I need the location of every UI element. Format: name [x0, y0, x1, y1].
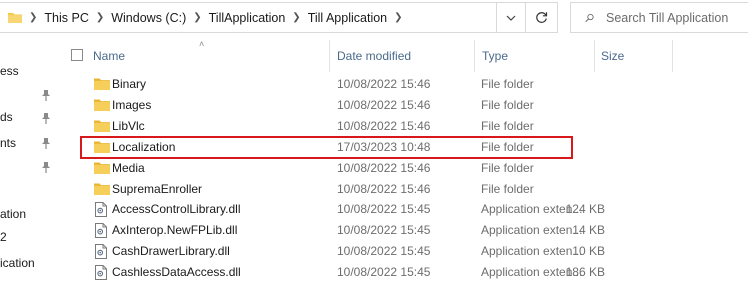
file-row[interactable]: AccessControlLibrary.dll 10/08/2022 15:45…: [62, 199, 748, 220]
folder-icon: [94, 161, 110, 177]
dll-file-icon: [94, 265, 108, 283]
nav-item-application[interactable]: ation: [0, 207, 26, 221]
folder-icon: [8, 13, 22, 23]
folder-row[interactable]: Images 10/08/2022 15:46 File folder: [62, 95, 748, 116]
chevron-right-icon[interactable]: ❯: [96, 12, 104, 23]
file-name: AccessControlLibrary.dll: [112, 202, 241, 217]
file-name: SupremaEnroller: [112, 181, 203, 196]
file-date-modified: 10/08/2022 15:45: [337, 223, 431, 238]
folder-icon: [94, 98, 110, 114]
file-type: Application exten...: [481, 223, 583, 238]
file-date-modified: 10/08/2022 15:46: [337, 77, 431, 91]
address-bar[interactable]: ❯ This PC ❯ Windows (C:) ❯ TillApplicati…: [0, 2, 497, 33]
breadcrumb-till-application[interactable]: Till Application: [308, 11, 387, 25]
pin-icon[interactable]: [41, 161, 51, 173]
folder-icon: [94, 77, 110, 93]
search-box[interactable]: [570, 2, 748, 33]
column-divider[interactable]: [474, 40, 475, 72]
file-date-modified: 10/08/2022 15:45: [337, 265, 431, 280]
file-name: LibVlc: [112, 118, 145, 133]
file-size: 186 KB: [565, 265, 605, 280]
column-divider[interactable]: [672, 40, 673, 72]
chevron-down-icon: [506, 15, 516, 21]
file-size: 10 KB: [572, 244, 605, 259]
column-type[interactable]: Type: [482, 49, 508, 63]
select-all-checkbox[interactable]: [71, 49, 83, 61]
file-type: File folder: [481, 139, 534, 154]
sort-up-icon: ˄: [199, 39, 205, 49]
file-row[interactable]: AxInterop.NewFPLib.dll 10/08/2022 15:45 Ap…: [62, 220, 748, 241]
address-history-dropdown[interactable]: [497, 2, 526, 33]
refresh-icon: [536, 12, 548, 23]
nav-item-quick-access[interactable]: ess: [0, 64, 19, 78]
folder-row[interactable]: Media 10/08/2022 15:46 File folder: [62, 158, 748, 179]
folder-icon: [94, 119, 110, 135]
chevron-right-icon[interactable]: ❯: [394, 12, 402, 23]
chevron-right-icon[interactable]: ❯: [29, 12, 37, 23]
file-name: Media: [112, 160, 145, 175]
file-size: 14 KB: [572, 223, 605, 238]
column-name[interactable]: Name: [93, 49, 125, 63]
folder-row[interactable]: SupremaEnroller 10/08/2022 15:46 File fold…: [62, 179, 748, 200]
file-size: 124 KB: [565, 202, 605, 217]
file-name: CashlessDataAccess.dll: [112, 265, 241, 280]
nav-item-till-application[interactable]: ication: [0, 256, 35, 270]
folder-icon: [94, 140, 110, 156]
folder-row[interactable]: Binary 10/08/2022 15:46 File folder: [62, 74, 748, 95]
pin-icon[interactable]: [41, 89, 51, 101]
file-name: Localization: [112, 139, 176, 154]
file-type: Application exten...: [481, 244, 583, 259]
file-name: Binary: [112, 77, 147, 91]
file-date-modified: 10/08/2022 15:46: [337, 97, 431, 112]
folder-icon: [94, 182, 110, 198]
nav-item-downloads[interactable]: ds: [0, 110, 13, 124]
dll-file-icon: [94, 223, 108, 241]
breadcrumb-windows-c[interactable]: Windows (C:): [111, 11, 186, 25]
folder-row[interactable]: LibVlc 10/08/2022 15:46 File folder: [62, 116, 748, 137]
file-name: CashDrawerLibrary.dll: [112, 244, 230, 259]
file-date-modified: 10/08/2022 15:46: [337, 160, 431, 175]
file-type: File folder: [481, 97, 534, 112]
nav-item-2[interactable]: 2: [0, 230, 7, 244]
nav-item-documents[interactable]: nts: [0, 136, 16, 150]
file-row[interactable]: CashDrawerLibrary.dll 10/08/2022 15:45 App…: [62, 241, 748, 262]
file-name: Images: [112, 97, 152, 112]
chevron-right-icon[interactable]: ❯: [292, 12, 300, 23]
search-icon: [585, 13, 594, 22]
file-type: File folder: [481, 77, 534, 91]
file-date-modified: 10/08/2022 15:45: [337, 202, 431, 217]
search-input[interactable]: [604, 9, 748, 26]
file-date-modified: 10/08/2022 15:46: [337, 181, 431, 196]
file-name: AxInterop.NewFPLib.dll: [112, 223, 238, 238]
column-date-modified[interactable]: Date modified: [337, 49, 411, 63]
folder-row[interactable]: Localization 17/03/2023 10:48 File folder: [62, 137, 748, 158]
column-divider[interactable]: [594, 40, 595, 72]
pin-icon[interactable]: [41, 137, 51, 149]
file-type: File folder: [481, 181, 534, 196]
column-divider[interactable]: [329, 40, 330, 72]
breadcrumb-this-pc[interactable]: This PC: [44, 11, 88, 25]
file-date-modified: 10/08/2022 15:46: [337, 118, 431, 133]
column-size[interactable]: Size: [601, 49, 624, 63]
pin-icon[interactable]: [41, 112, 51, 124]
dll-file-icon: [94, 202, 108, 220]
file-row[interactable]: CashlessDataAccess.dll 10/08/2022 15:45 Ap…: [62, 262, 748, 283]
file-date-modified: 17/03/2023 10:48: [337, 139, 431, 154]
file-type: File folder: [481, 160, 534, 175]
file-date-modified: 10/08/2022 15:45: [337, 244, 431, 259]
column-header: ˄ Name Date modified Type Size: [62, 39, 748, 72]
navigation-pane: ess ds nts ation 2 ication: [0, 40, 62, 290]
dll-file-icon: [94, 244, 108, 262]
file-type: File folder: [481, 118, 534, 133]
refresh-button[interactable]: [526, 2, 558, 33]
chevron-right-icon[interactable]: ❯: [193, 12, 201, 23]
breadcrumb-tillapplication[interactable]: TillApplication: [209, 11, 286, 25]
